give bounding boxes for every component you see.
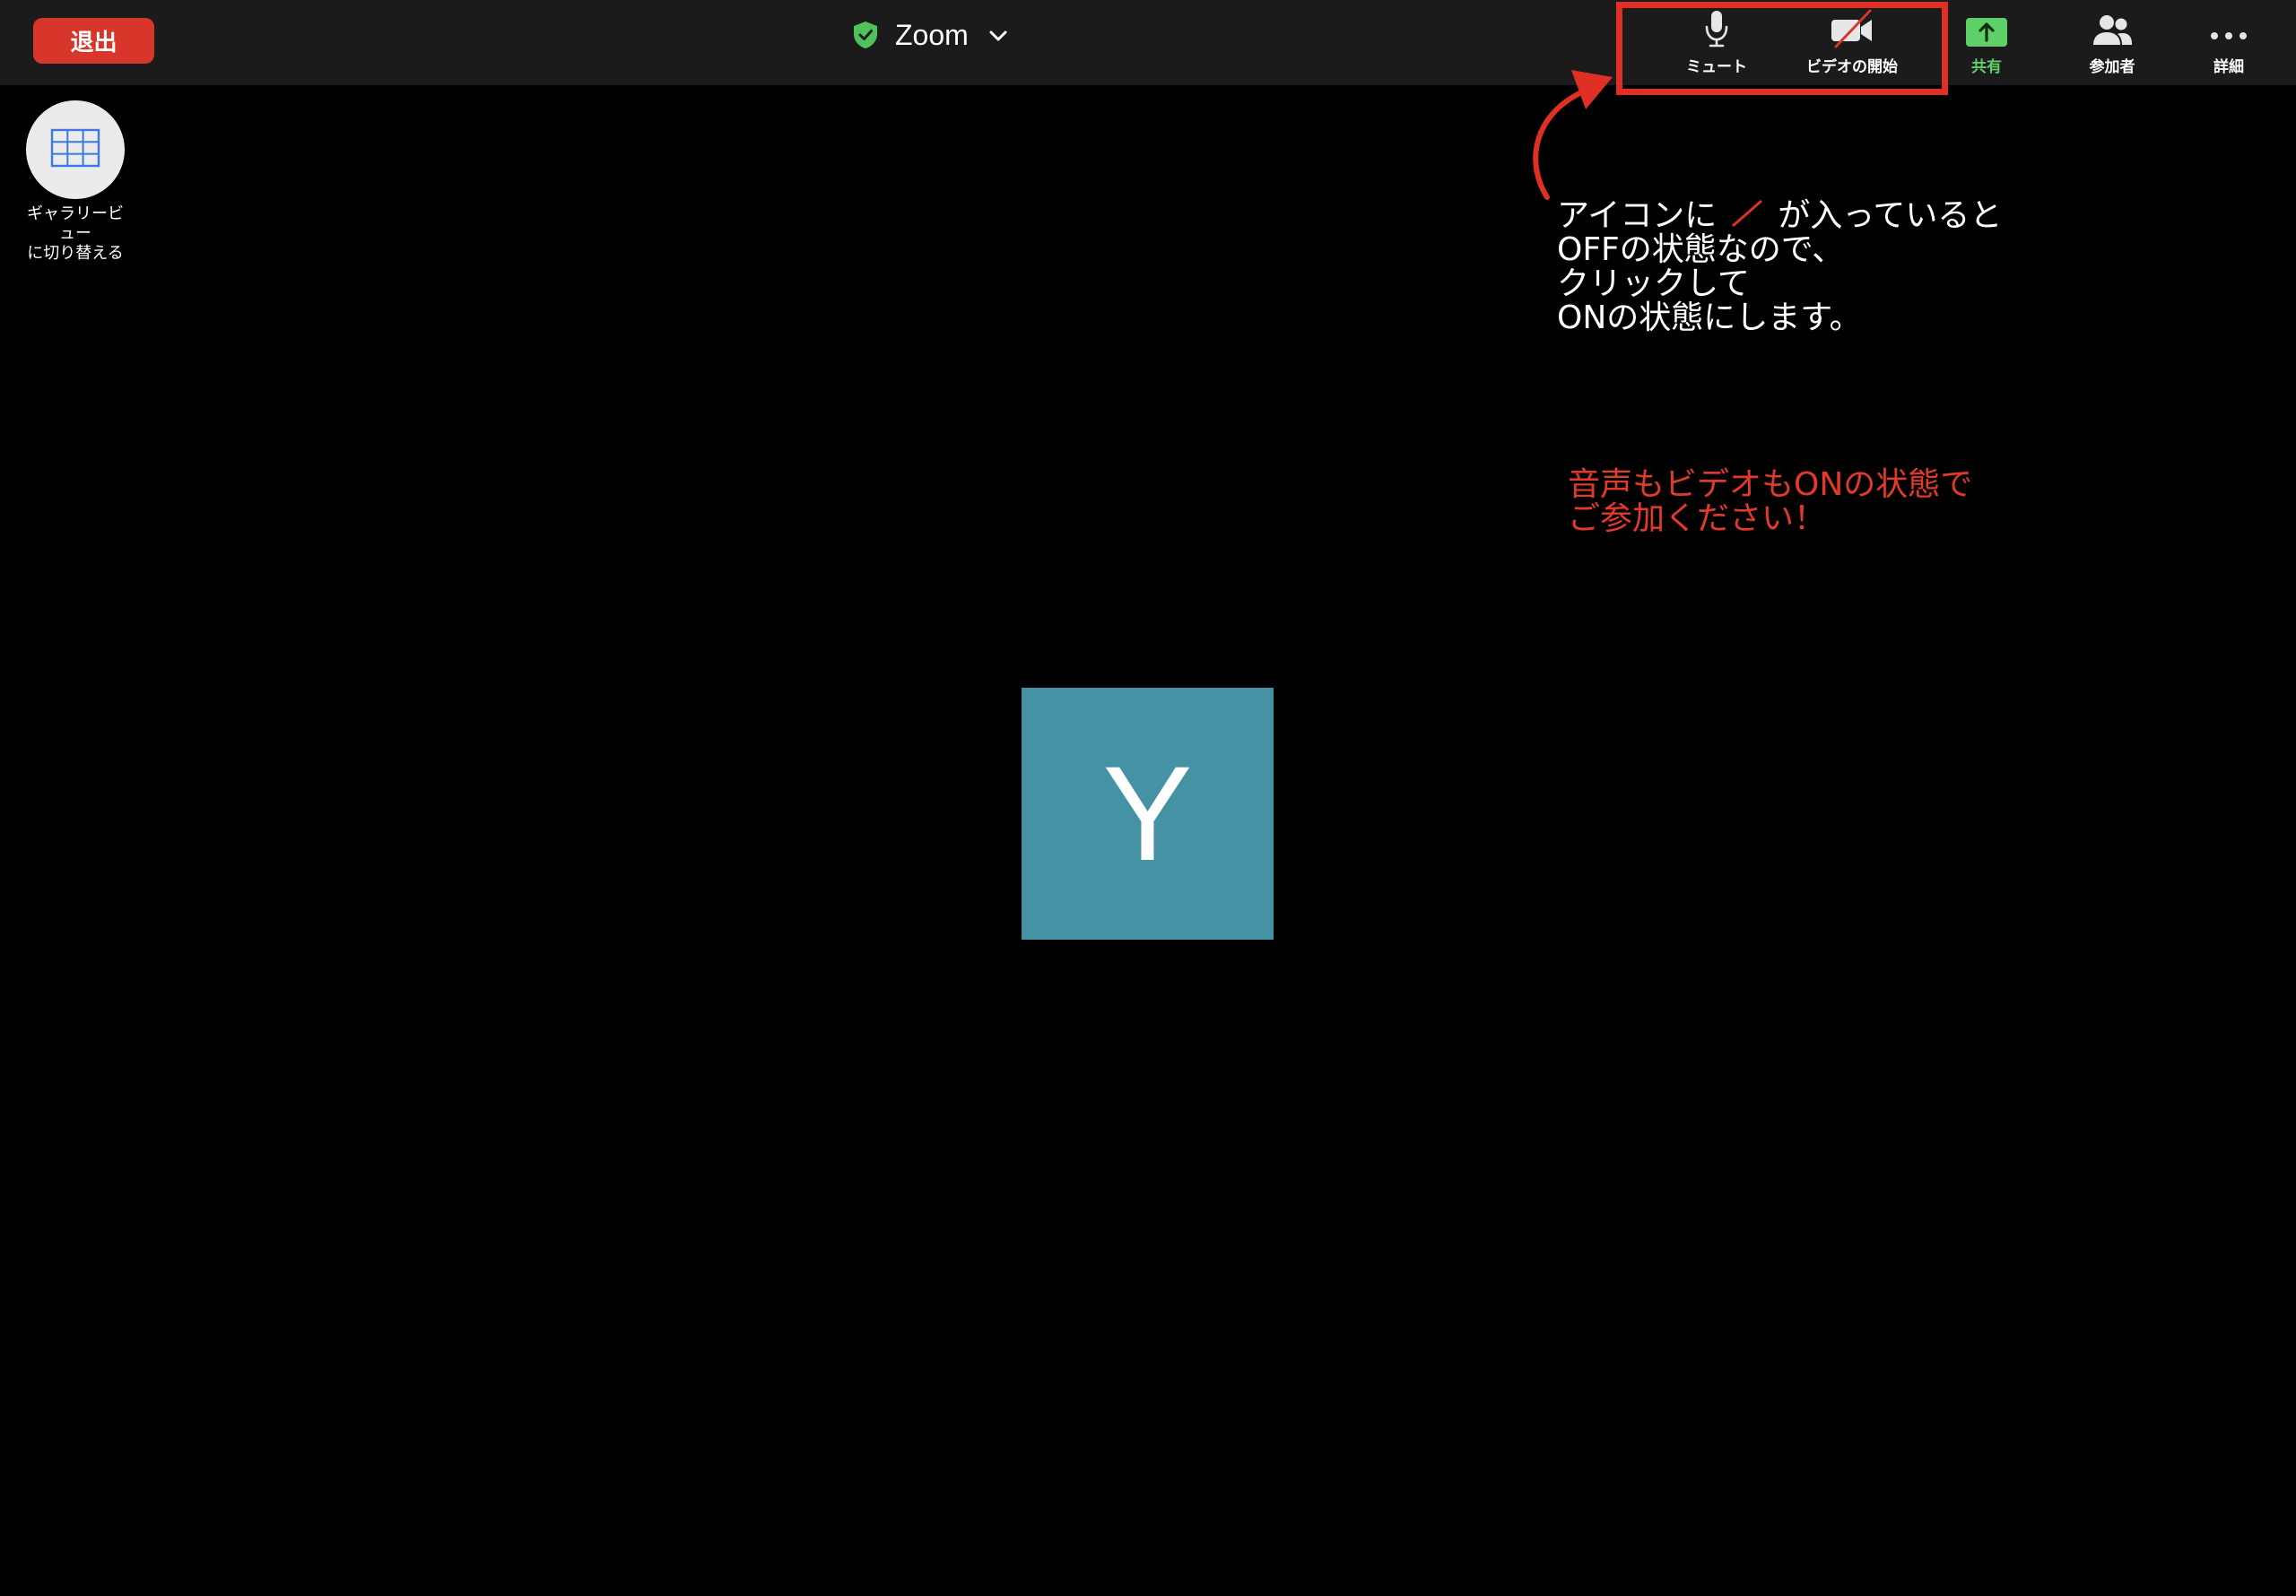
more-icon xyxy=(2210,9,2248,48)
share-screen-icon xyxy=(1966,9,2007,48)
chevron-down-icon xyxy=(988,29,1008,41)
zoom-meeting-screen: 退出 Zoom ミュート ビデオの開始 共有 参加者 詳細 ギャラリービ ュー … xyxy=(0,0,2296,1596)
gallery-view-label: ギャラリービ ュー に切り替える xyxy=(27,204,124,263)
participant-initial: Y xyxy=(1102,738,1193,889)
shield-check-icon xyxy=(852,21,879,49)
gallery-toggle-circle[interactable] xyxy=(26,100,125,199)
start-video-label: ビデオの開始 xyxy=(1806,58,1898,76)
video-off-icon xyxy=(1829,9,1875,48)
participants-button[interactable]: 参加者 xyxy=(2072,9,2152,76)
switch-to-gallery-view-button[interactable]: ギャラリービ ュー に切り替える xyxy=(23,100,127,264)
microphone-icon xyxy=(1702,9,1731,48)
share-screen-button[interactable]: 共有 xyxy=(1955,9,2018,76)
meeting-title-dropdown[interactable]: Zoom xyxy=(852,14,1008,56)
participants-label: 参加者 xyxy=(2089,58,2135,76)
start-video-button[interactable]: ビデオの開始 xyxy=(1794,9,1910,76)
annotation-arrow xyxy=(1533,70,1613,200)
more-button[interactable]: 詳細 xyxy=(2188,9,2269,76)
top-toolbar: 退出 Zoom ミュート ビデオの開始 共有 参加者 詳細 xyxy=(0,0,2296,85)
annotation-note-red: 音声もビデオもONの状態で ご参加ください！ xyxy=(1568,466,1973,537)
participant-avatar: Y xyxy=(1022,688,1274,940)
slash-mark-icon xyxy=(1729,199,1765,228)
more-label: 詳細 xyxy=(2213,58,2244,76)
meeting-title: Zoom xyxy=(895,18,969,51)
mute-button[interactable]: ミュート xyxy=(1675,9,1758,76)
annotation-text: アイコンに が入っていると OFFの状態なので、 クリックして ONの状態にします… xyxy=(1557,197,2003,336)
grid-icon xyxy=(50,128,100,171)
share-label: 共有 xyxy=(1971,58,2002,76)
participants-icon xyxy=(2090,9,2135,48)
leave-button[interactable]: 退出 xyxy=(33,18,154,64)
mute-label: ミュート xyxy=(1686,58,1747,76)
